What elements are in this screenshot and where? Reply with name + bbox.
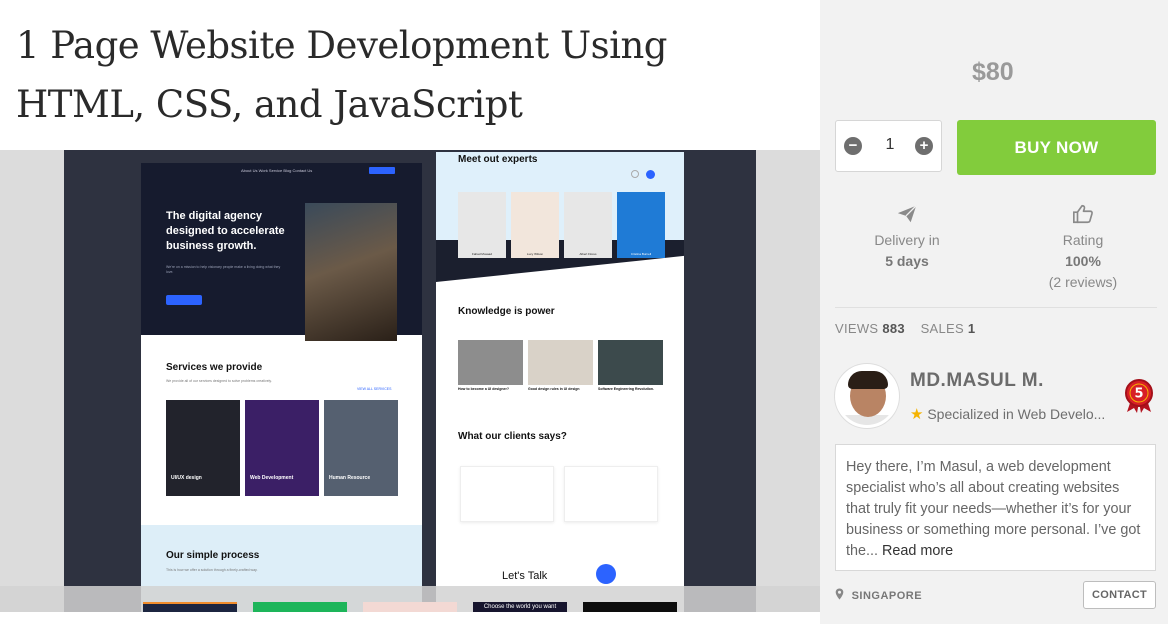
preview-process-text: This is how we offer a solution through … [166,568,258,572]
seller-specialization: ★ Specialized in Web Develo... [910,405,1105,423]
seller-location: SINGAPORE [835,588,922,602]
preview-view-all: VIEW ALL SERVICES [357,387,392,391]
preview-nav-button [369,167,395,174]
preview-article-title: Software Engineering Revolution. [598,387,655,391]
preview-team-title: Meet out experts [458,154,538,165]
rating-value: 100% [1065,253,1101,269]
level-badge-number: 5 [1134,387,1143,402]
preview-clients-title: What our clients says? [458,431,567,442]
quantity-stepper: − 1 + [835,120,942,172]
preview-knowledge-title: Knowledge is power [458,306,555,317]
seller-avatar[interactable] [835,364,899,428]
level-badge-icon: 5 [1125,379,1153,413]
preview-hero: About Us Work Service Blog Contact Us Th… [141,163,422,341]
preview-services-text: We provide all of our services designed … [166,379,272,383]
preview-card: Web Development [245,400,319,496]
preview-member: Fahad Mosaad [458,192,506,258]
gig-page: 1 Page Website Development Using HTML, C… [0,0,1168,624]
preview-quote-card [564,466,658,522]
star-icon: ★ [910,406,924,423]
gallery-thumbnail[interactable] [143,602,237,612]
gig-price: $80 [972,58,1014,86]
quantity-value[interactable]: 1 [876,136,904,154]
increment-button[interactable]: + [915,137,933,155]
preview-prev-dot [631,170,639,178]
preview-process-title: Our simple process [166,550,260,561]
gig-gallery[interactable]: About Us Work Service Blog Contact Us Th… [0,150,820,612]
gig-stats: VIEWS 883 SALES 1 [835,321,975,336]
preview-article-image [598,340,663,385]
paper-plane-icon [897,205,917,223]
preview-talk-button [596,564,616,584]
specialization-text: Specialized in Web Develo... [927,406,1106,422]
gig-title: 1 Page Website Development Using HTML, C… [16,24,668,126]
preview-article-image [458,340,523,385]
preview-card: Human Resource [324,400,398,496]
gallery-main-image[interactable]: About Us Work Service Blog Contact Us Th… [64,150,756,612]
preview-hero-text: We're on a mission to help visionary peo… [166,265,281,274]
sales-label: SALES [920,321,964,336]
views-value: 883 [882,321,905,336]
preview-hero-photo [305,203,397,341]
delivery-info: Delivery in 5 days [832,203,982,272]
rating-reviews: (2 reviews) [1048,274,1118,290]
gallery-thumbnail[interactable] [253,602,347,612]
thumbs-up-icon [1073,204,1093,224]
preview-article-image [528,340,593,385]
gallery-thumbnail[interactable]: Choose the world you want [473,602,567,612]
preview-services-title: Services we provide [166,362,263,373]
delivery-label: Delivery in [874,232,940,248]
seller-name[interactable]: MD.MASUL M. [910,370,1044,392]
delivery-value: 5 days [885,253,929,269]
preview-hero-button [166,295,202,305]
seller-bio: Hey there, I’m Masul, a web development … [835,444,1156,571]
buy-now-button[interactable]: BUY NOW [957,120,1156,175]
views-label: VIEWS [835,321,879,336]
preview-quote-card [460,466,554,522]
rating-info: Rating 100% (2 reviews) [1008,203,1158,293]
preview-nav: About Us Work Service Blog Contact Us [241,168,313,173]
location-text: SINGAPORE [851,590,923,602]
preview-article-title: How to become a UI designer? [458,387,509,391]
sales-value: 1 [967,321,976,336]
contact-button[interactable]: CONTACT [1083,581,1156,609]
gallery-thumbnail[interactable] [363,602,457,612]
preview-site-agency: About Us Work Service Blog Contact Us Th… [141,163,422,612]
rating-label: Rating [1062,232,1104,248]
preview-card: UI/UX design [166,400,240,496]
preview-member: Albert Flores [564,192,612,258]
divider [835,307,1157,308]
purchase-sidebar: $80 − 1 + BUY NOW Delivery in 5 days Rat… [820,0,1168,624]
location-pin-icon [835,588,844,600]
gallery-thumbnail-strip: Choose the world you want [0,586,820,612]
read-more-link[interactable]: Read more [882,543,953,559]
gig-main: 1 Page Website Development Using HTML, C… [0,0,820,624]
preview-team: Meet out experts Fahad Mosaad Lucy Wilso… [436,152,684,258]
preview-member: Cristina Burnell [617,192,665,258]
preview-talk-title: Let's Talk [502,570,548,582]
decrement-button[interactable]: − [844,137,862,155]
preview-article-title: Good design rules in UI design [528,387,580,391]
preview-hero-title: The digital agency designed to accelerat… [166,210,285,252]
preview-site-blog: Meet out experts Fahad Mosaad Lucy Wilso… [436,152,684,612]
preview-next-dot [646,170,655,179]
preview-member: Lucy Wilson [511,192,559,258]
gallery-thumbnail[interactable] [583,602,677,612]
